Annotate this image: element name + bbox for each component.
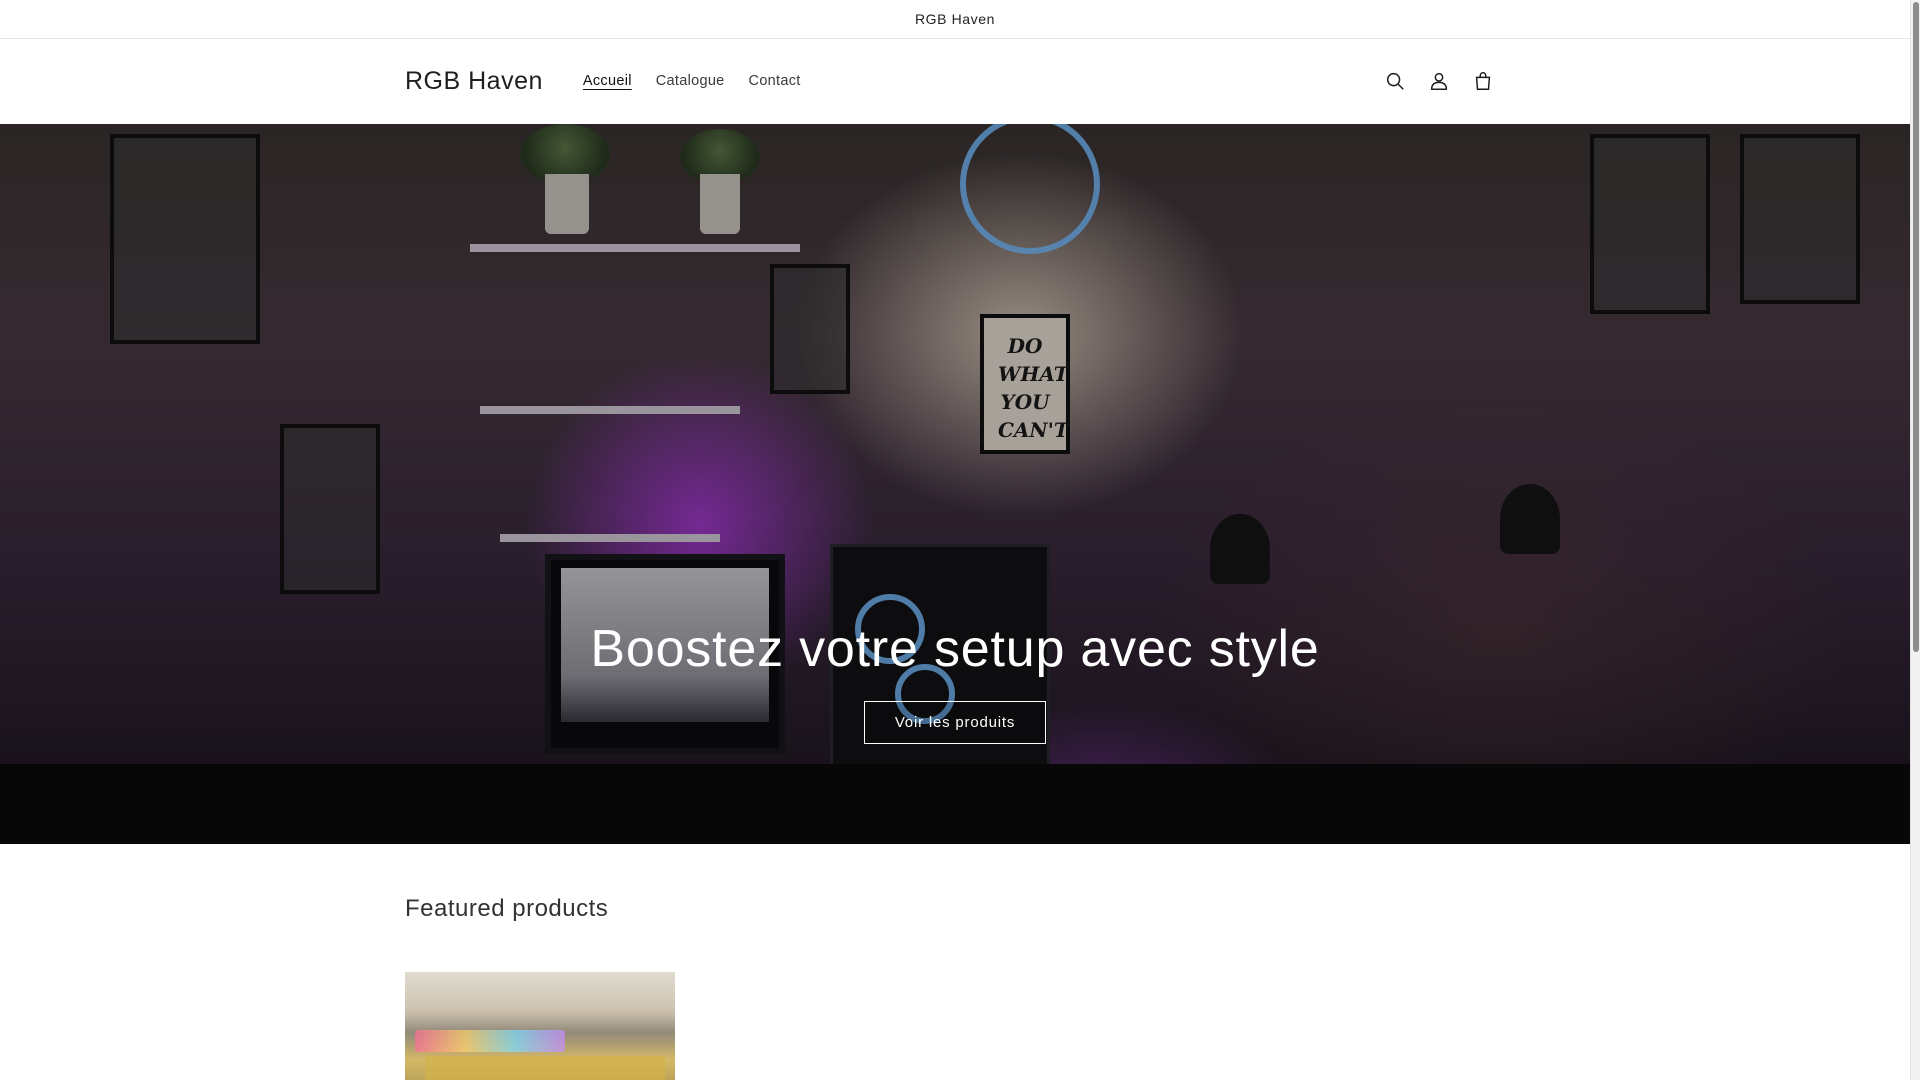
page-scrollbar[interactable] <box>1910 0 1920 1080</box>
nav-item-contact[interactable]: Contact <box>737 67 813 95</box>
store-logo[interactable]: RGB Haven <box>405 67 543 96</box>
hero-title: Boostez votre setup avec style <box>590 620 1320 678</box>
product-image <box>425 1056 665 1080</box>
featured-title: Featured products <box>405 895 609 922</box>
featured-section: Featured products <box>405 895 608 923</box>
hero-banner: DO WHAT YOU CAN'T Boostez votre setup av… <box>0 124 1910 844</box>
hero-content: Boostez votre setup avec style Voir les … <box>0 619 1910 744</box>
product-card[interactable] <box>405 972 675 1080</box>
search-icon <box>1386 72 1404 90</box>
search-button[interactable] <box>1373 59 1417 103</box>
header-icons <box>1373 59 1505 103</box>
view-products-button[interactable]: Voir les produits <box>863 701 1047 744</box>
account-icon <box>1430 72 1448 90</box>
main-nav: Accueil Catalogue Contact <box>571 67 813 95</box>
announcement-text: RGB Haven <box>914 11 996 27</box>
site-header: RGB Haven Accueil Catalogue Contact <box>0 39 1910 123</box>
scroll-thumb[interactable] <box>1913 2 1919 652</box>
nav-item-catalogue[interactable]: Catalogue <box>644 67 737 95</box>
announcement-bar: RGB Haven <box>0 0 1910 39</box>
account-button[interactable] <box>1417 59 1461 103</box>
product-image <box>415 1030 565 1052</box>
nav-item-accueil[interactable]: Accueil <box>571 67 644 95</box>
page: RGB Haven RGB Haven Accueil Catalogue Co… <box>0 0 1910 1080</box>
cart-button[interactable] <box>1461 59 1505 103</box>
cart-icon <box>1475 72 1491 90</box>
